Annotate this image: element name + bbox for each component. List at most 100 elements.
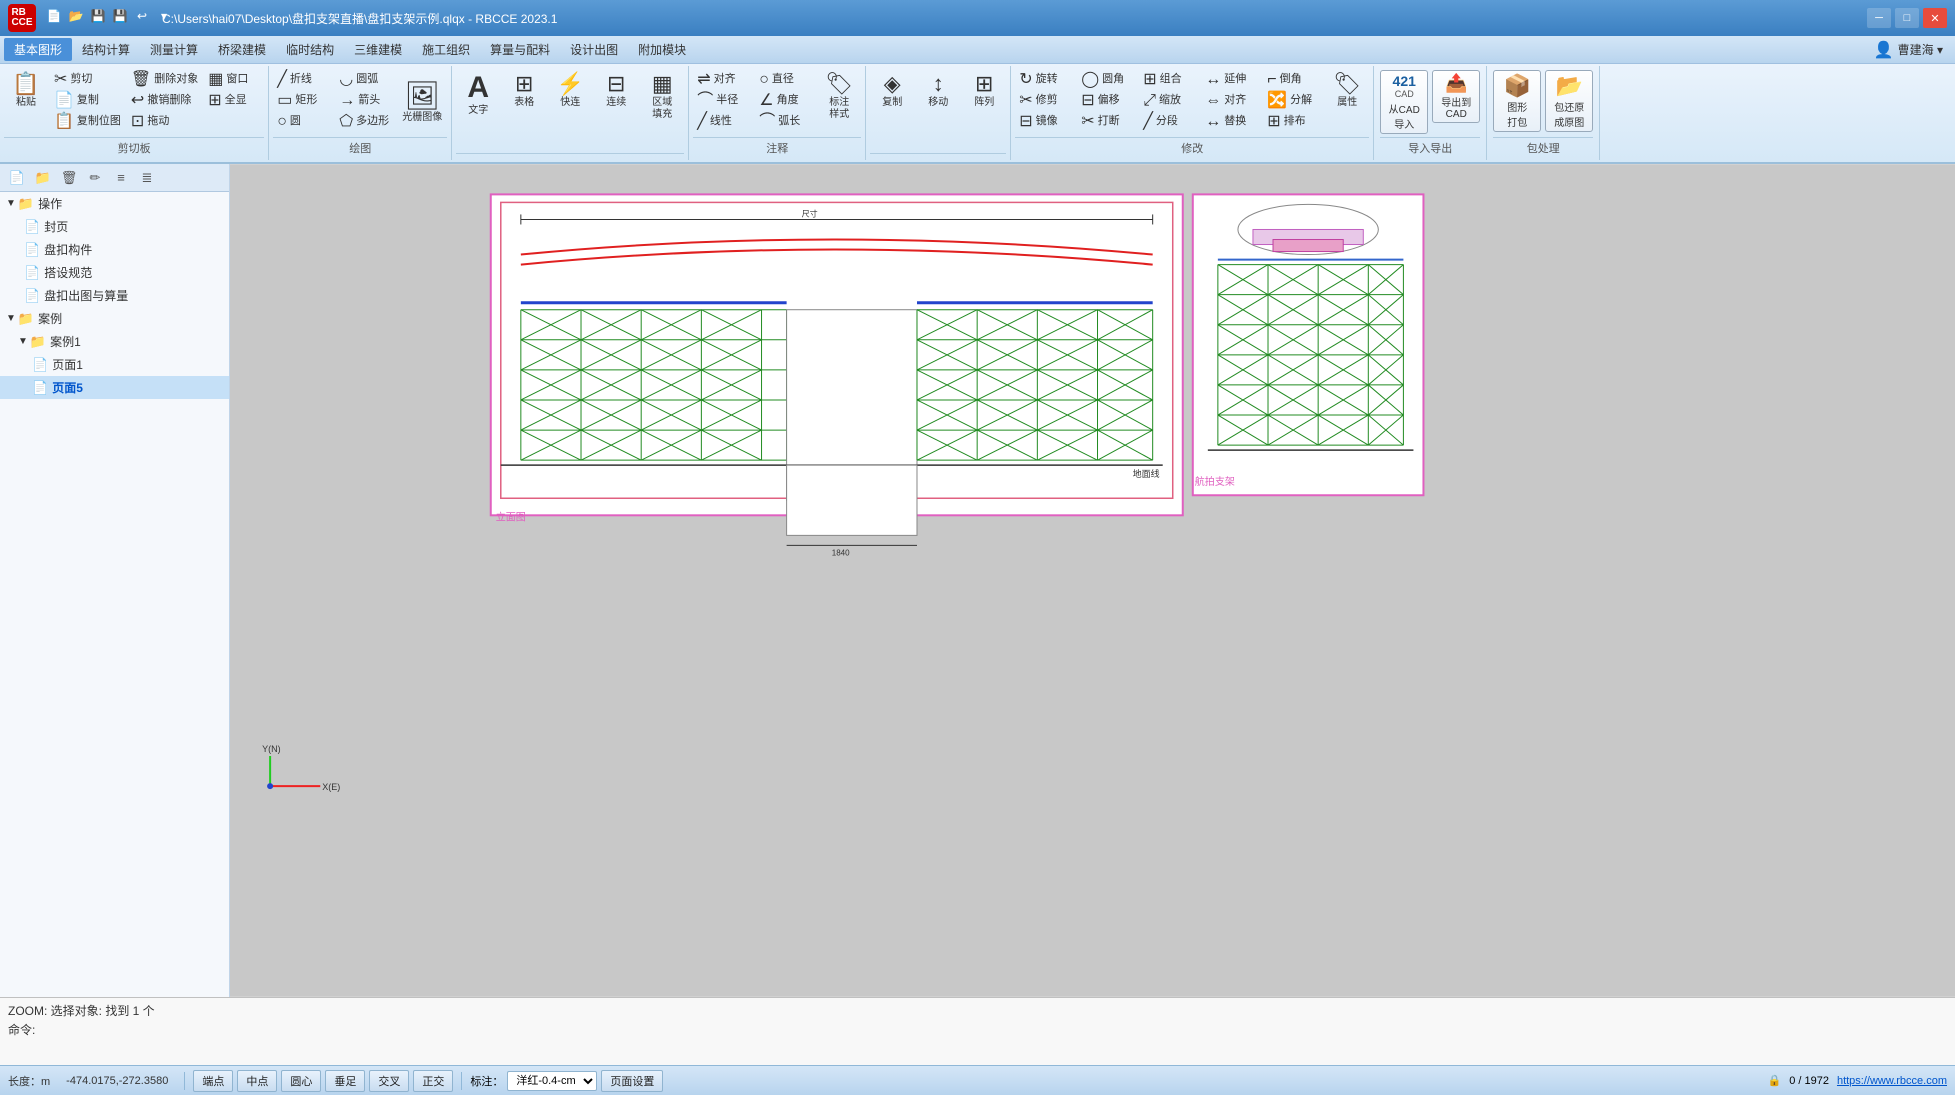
- array-button[interactable]: ⊞ 阵列: [962, 70, 1006, 112]
- user-label[interactable]: 曹建海 ▾: [1898, 41, 1943, 58]
- qa-dropdown[interactable]: ▾: [154, 6, 174, 26]
- tree-group-case1[interactable]: ▼ 📁 案例1: [0, 330, 229, 353]
- diameter-button[interactable]: ○直径: [755, 70, 815, 90]
- window-button[interactable]: ▦窗口: [204, 70, 264, 90]
- snap-midpoint-button[interactable]: 中点: [237, 1070, 277, 1092]
- snap-center-button[interactable]: 圆心: [281, 1070, 321, 1092]
- minimize-button[interactable]: ─: [1867, 8, 1891, 28]
- continuous-button[interactable]: ⊟ 连续: [594, 70, 638, 112]
- snap-endpoint-button[interactable]: 端点: [193, 1070, 233, 1092]
- align-dim-button[interactable]: ⇌对齐: [693, 70, 753, 90]
- undo-button[interactable]: ↩: [132, 6, 152, 26]
- rotate-button[interactable]: ↻旋转: [1015, 70, 1075, 90]
- snap-perpendicular-button[interactable]: 垂足: [325, 1070, 365, 1092]
- menu-addon[interactable]: 附加模块: [628, 38, 696, 61]
- align-mod-button[interactable]: ⇔对齐: [1201, 91, 1261, 111]
- restore-button[interactable]: □: [1895, 8, 1919, 28]
- menu-bridge-modeling[interactable]: 桥梁建模: [208, 38, 276, 61]
- arclength-button[interactable]: ⌒弧长: [755, 112, 815, 132]
- angle-button[interactable]: ∠角度: [755, 91, 815, 111]
- unpack-button[interactable]: 📂 包还原成原图: [1545, 70, 1593, 132]
- fullview-button[interactable]: ⊞全显: [204, 91, 264, 111]
- menu-temp-structure[interactable]: 临时结构: [276, 38, 344, 61]
- move-button[interactable]: ↕ 移动: [916, 70, 960, 112]
- tree-item-specs[interactable]: 📄 搭设规范: [0, 261, 229, 284]
- mirror-button[interactable]: ⊟镜像: [1015, 112, 1075, 132]
- label-label: 标注：: [470, 1073, 503, 1089]
- import-cad-button[interactable]: 421 CAD 从CAD导入: [1380, 70, 1428, 134]
- menu-basic-shapes[interactable]: 基本图形: [4, 38, 72, 61]
- chamfer-button[interactable]: ⌐倒角: [1263, 70, 1323, 90]
- menu-construction[interactable]: 施工组织: [412, 38, 480, 61]
- ortho-button[interactable]: 正交: [413, 1070, 453, 1092]
- fillet-icon: ◯: [1081, 72, 1099, 88]
- tree-item-cover[interactable]: 📄 封页: [0, 215, 229, 238]
- tree-item-drawing-quantity[interactable]: 📄 盘扣出图与算量: [0, 284, 229, 307]
- linear-button[interactable]: ╱线性: [693, 112, 753, 132]
- dim-style-button[interactable]: 🏷 标注样式: [817, 70, 861, 124]
- arrange-button[interactable]: ⊞排布: [1263, 112, 1323, 132]
- menu-3d-modeling[interactable]: 三维建模: [344, 38, 412, 61]
- new-page-button[interactable]: 📄: [6, 168, 28, 188]
- tree-group-cases[interactable]: ▼ 📁 案例: [0, 307, 229, 330]
- copy-bitmap-button[interactable]: 📋复制位图: [50, 112, 125, 132]
- break-button[interactable]: ✂打断: [1077, 112, 1137, 132]
- raster-button[interactable]: 🖼 光栅图像: [397, 79, 447, 127]
- new-button[interactable]: 📄: [44, 6, 64, 26]
- delete-item-button[interactable]: 🗑: [58, 168, 80, 188]
- copy-obj-button[interactable]: ◈ 复制: [870, 70, 914, 112]
- export-cad-button[interactable]: 📤 导出到CAD: [1432, 70, 1480, 123]
- cmd-input[interactable]: [39, 1023, 1947, 1037]
- cut-button[interactable]: ✂剪切: [50, 70, 125, 90]
- tree-group-operations[interactable]: ▼ 📁 操作: [0, 192, 229, 215]
- menu-design-drawing[interactable]: 设计出图: [560, 38, 628, 61]
- properties-button[interactable]: 🏷 属性: [1325, 70, 1369, 112]
- close-button[interactable]: ✕: [1923, 8, 1947, 28]
- canvas-area[interactable]: 地面线 尺寸 立面图 1840: [230, 164, 1955, 997]
- snap-intersection-button[interactable]: 交叉: [369, 1070, 409, 1092]
- quick-connect-button[interactable]: ⚡ 快连: [548, 70, 592, 112]
- tree-item-page5[interactable]: 📄 页面5: [0, 376, 229, 399]
- drag-button[interactable]: ⊡拖动: [127, 112, 202, 132]
- page-settings-button[interactable]: 页面设置: [601, 1070, 663, 1092]
- offset-button[interactable]: ⊟偏移: [1077, 91, 1137, 111]
- combine-button[interactable]: ⊞组合: [1139, 70, 1199, 90]
- extend-button[interactable]: ↔延伸: [1201, 70, 1261, 90]
- menu-measurement-calc[interactable]: 测量计算: [140, 38, 208, 61]
- open-folder-button[interactable]: 📁: [32, 168, 54, 188]
- arrow-button[interactable]: →箭头: [335, 91, 395, 111]
- copy-button[interactable]: 📄复制: [50, 91, 125, 111]
- text-button[interactable]: A 文字: [456, 70, 500, 120]
- radius-button[interactable]: ⌒半径: [693, 91, 753, 111]
- tree-item-components[interactable]: 📄 盘扣构件: [0, 238, 229, 261]
- label-select[interactable]: 洋红-0.4-cm: [507, 1071, 597, 1091]
- open-button[interactable]: 📂: [66, 6, 86, 26]
- polyline-button[interactable]: ╱折线: [273, 70, 333, 90]
- fill-button[interactable]: ▦ 区域填充: [640, 70, 684, 124]
- replace-button[interactable]: ↔替换: [1201, 112, 1261, 132]
- scale-button[interactable]: ⤢缩放: [1139, 91, 1199, 111]
- arc-button[interactable]: ◡圆弧: [335, 70, 395, 90]
- website-link[interactable]: https://www.rbcce.com: [1837, 1075, 1947, 1087]
- rect-button[interactable]: ▭矩形: [273, 91, 333, 111]
- pack-button[interactable]: 📦 图形打包: [1493, 70, 1541, 132]
- rename-button[interactable]: ✏: [84, 168, 106, 188]
- align-left-button[interactable]: ≡: [110, 168, 132, 188]
- circle-button[interactable]: ○圆: [273, 112, 333, 132]
- svg-text:尺寸: 尺寸: [802, 208, 818, 218]
- table-button[interactable]: ⊞ 表格: [502, 70, 546, 112]
- segment-button[interactable]: ╱分段: [1139, 112, 1199, 132]
- undo-delete-button[interactable]: ↩撤销删除: [127, 91, 202, 111]
- menu-structural-calc[interactable]: 结构计算: [72, 38, 140, 61]
- delete-object-button[interactable]: 🗑删除对象: [127, 70, 202, 90]
- saveas-button[interactable]: 💾: [110, 6, 130, 26]
- decompose-button[interactable]: 🔀分解: [1263, 91, 1323, 111]
- menu-quantity[interactable]: 算量与配料: [480, 38, 560, 61]
- trim-button[interactable]: ✂修剪: [1015, 91, 1075, 111]
- fillet-button[interactable]: ◯圆角: [1077, 70, 1137, 90]
- polygon-button[interactable]: ⬠多边形: [335, 112, 395, 132]
- paste-button[interactable]: 📋 粘贴: [4, 70, 48, 112]
- save-button[interactable]: 💾: [88, 6, 108, 26]
- align-right-button[interactable]: ≣: [136, 168, 158, 188]
- tree-item-page1[interactable]: 📄 页面1: [0, 353, 229, 376]
